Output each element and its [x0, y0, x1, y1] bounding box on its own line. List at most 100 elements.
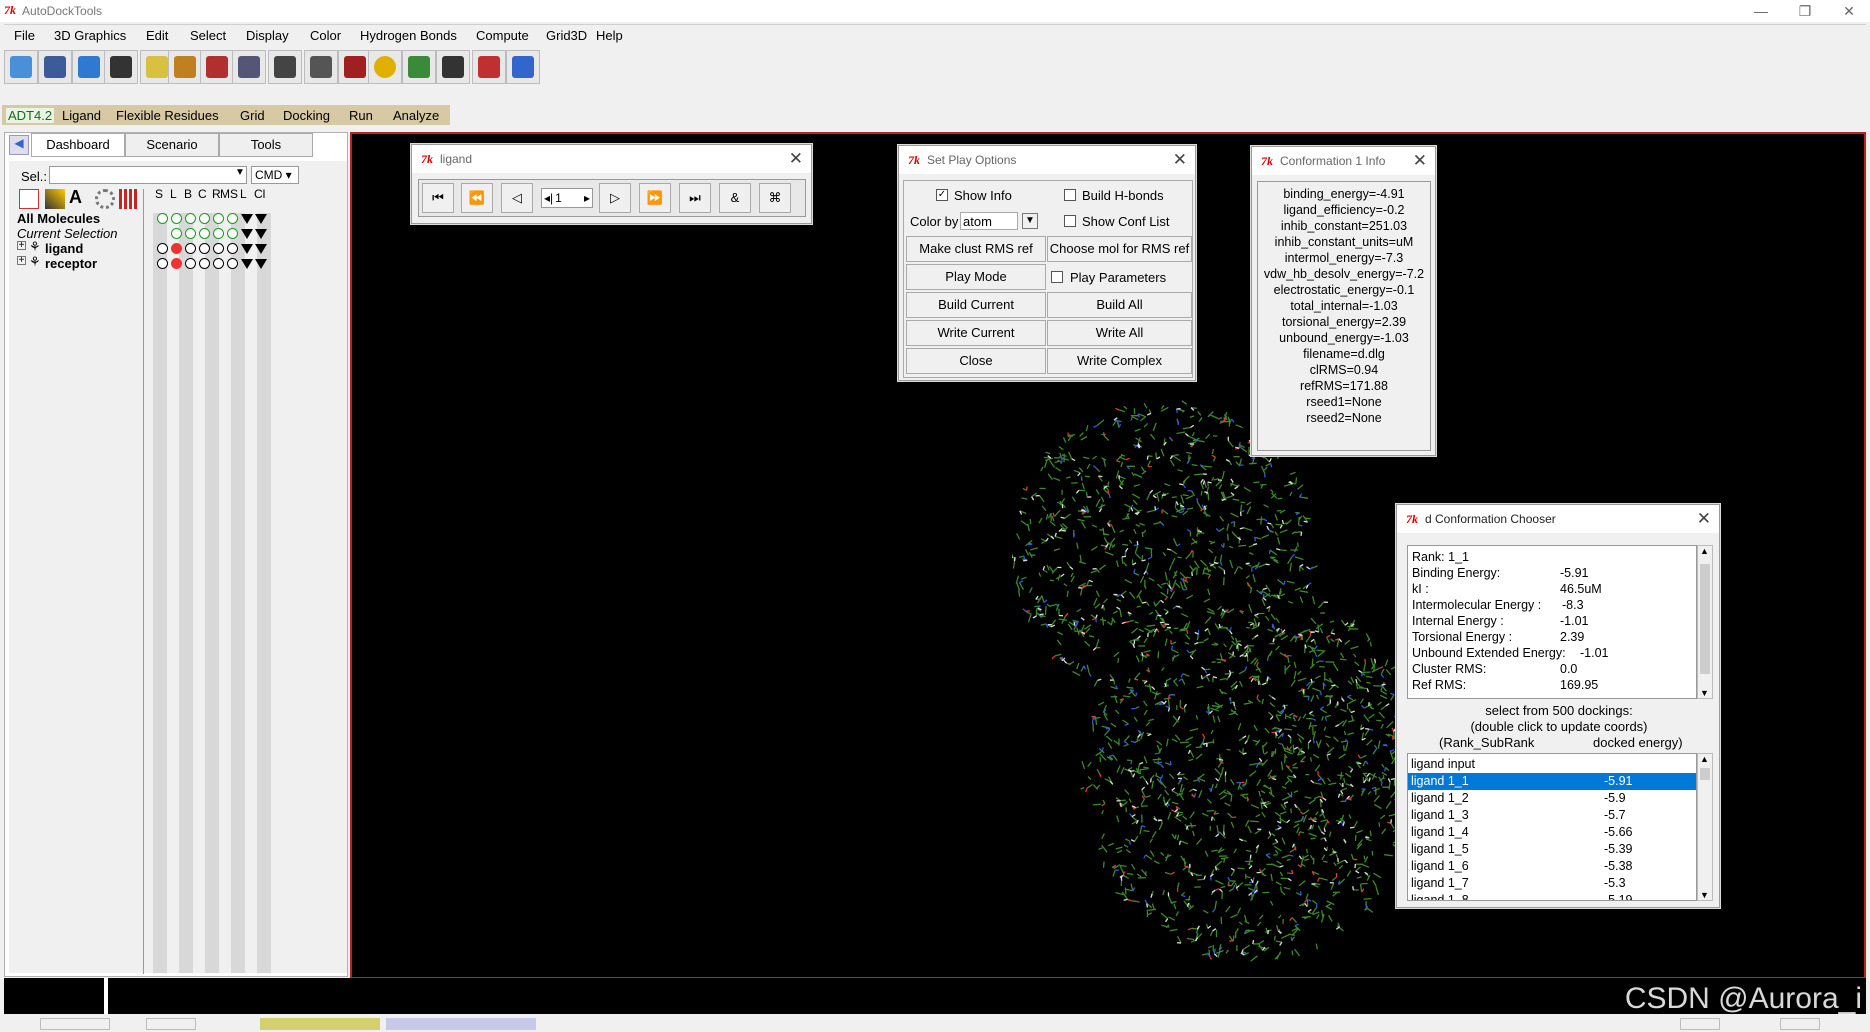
menu-help[interactable]: Help	[596, 28, 623, 43]
triangle-menu-icon[interactable]	[255, 214, 267, 224]
tab-analyze[interactable]: Analyze	[393, 108, 439, 123]
toggle-circle[interactable]	[185, 243, 196, 254]
col-header-ms[interactable]: MS	[220, 187, 238, 201]
list-item[interactable]: ligand 1_5 -5.39	[1408, 841, 1696, 858]
list-scrollbar[interactable]: ▲ ▼	[1697, 753, 1713, 901]
menu-file[interactable]: File	[14, 28, 35, 43]
color-ball-icon[interactable]	[368, 50, 402, 84]
toggle-circle[interactable]	[185, 258, 196, 269]
conformation-list[interactable]: ligand input ligand 1_1 -5.91 ligand 1_2 -5.…	[1407, 753, 1697, 901]
show-info-checkbox[interactable]: ✓	[936, 189, 948, 201]
toggle-circle[interactable]	[199, 213, 210, 224]
tab-tools[interactable]: Tools	[219, 133, 313, 157]
toggle-circle[interactable]	[213, 213, 224, 224]
ruler-icon[interactable]	[119, 189, 139, 209]
play-forward-icon[interactable]: ▷	[599, 183, 631, 213]
build-current-button[interactable]: Build Current	[906, 292, 1046, 318]
show-conf-list-checkbox[interactable]	[1064, 215, 1076, 227]
col-header-l[interactable]: L	[170, 187, 177, 201]
write-complex-button[interactable]: Write Complex	[1047, 348, 1192, 374]
toggle-circle[interactable]	[171, 213, 182, 224]
command-icon[interactable]: ⌘	[759, 183, 791, 213]
write-all-button[interactable]: Write All	[1047, 320, 1192, 346]
monitor-icon[interactable]	[338, 50, 372, 84]
tab-flexible-residues[interactable]: Flexible Residues	[116, 108, 219, 123]
cmd-dropdown[interactable]: CMD ▾	[251, 166, 299, 184]
scroll-thumb[interactable]	[1700, 564, 1710, 674]
triangle-menu-icon[interactable]	[255, 259, 267, 269]
play-backward-icon[interactable]: ◁	[501, 183, 533, 213]
build-hbonds-checkbox[interactable]	[1064, 189, 1076, 201]
menu-hydrogen-bonds[interactable]: Hydrogen Bonds	[360, 28, 457, 43]
collapse-icon[interactable]: ◀	[9, 135, 29, 155]
menu-select[interactable]: Select	[190, 28, 226, 43]
save-icon[interactable]	[38, 50, 72, 84]
open-icon[interactable]	[4, 50, 38, 84]
adfr-icon[interactable]	[506, 50, 540, 84]
triangle-menu-icon[interactable]	[241, 244, 253, 254]
toggle-circle[interactable]	[227, 228, 238, 239]
toggle-circle[interactable]	[157, 213, 168, 224]
close-icon[interactable]: ✕	[1173, 150, 1187, 170]
scroll-up-icon[interactable]: ▲	[1700, 546, 1709, 556]
tab-scenario[interactable]: Scenario	[125, 133, 219, 157]
toggle-circle[interactable]	[227, 258, 238, 269]
make-clust-rms-ref-button[interactable]: Make clust RMS ref	[906, 236, 1046, 262]
list-item[interactable]: ligand 1_8 -5.19	[1408, 892, 1696, 900]
tab-docking[interactable]: Docking	[283, 108, 330, 123]
redo-icon[interactable]	[104, 50, 138, 84]
close-button[interactable]: Close	[906, 348, 1046, 374]
list-item[interactable]: ligand 1_7 -5.3	[1408, 875, 1696, 892]
toggle-circle[interactable]	[171, 243, 182, 254]
toggle-circle[interactable]	[213, 258, 224, 269]
tab-adt42[interactable]: ADT4.2	[6, 108, 55, 123]
triangle-menu-icon[interactable]	[255, 229, 267, 239]
toggle-circle[interactable]	[157, 243, 168, 254]
stereo-glasses-icon[interactable]	[436, 50, 470, 84]
col-header-b[interactable]: B	[184, 187, 192, 201]
toggle-circle[interactable]	[227, 213, 238, 224]
list-item[interactable]: ligand 1_2 -5.9	[1408, 790, 1696, 807]
triangle-menu-icon[interactable]	[255, 244, 267, 254]
toggle-circle[interactable]	[171, 228, 182, 239]
list-item[interactable]: ligand 1_1 -5.91	[1408, 773, 1696, 790]
toggle-circle[interactable]	[199, 228, 210, 239]
scroll-down-icon[interactable]: ▼	[1700, 890, 1709, 900]
python-shell-icon[interactable]	[268, 50, 302, 84]
pencil-tool-icon[interactable]	[45, 189, 65, 209]
scroll-up-icon[interactable]: ▲	[1700, 754, 1709, 764]
tab-ligand[interactable]: Ligand	[62, 108, 101, 123]
chevron-down-icon[interactable]: ▼	[235, 167, 245, 178]
tab-run[interactable]: Run	[349, 108, 373, 123]
target-icon[interactable]	[168, 50, 202, 84]
toggle-circle[interactable]	[185, 228, 196, 239]
col-header-c[interactable]: C	[198, 187, 207, 201]
play-mode-button[interactable]: Play Mode	[906, 264, 1046, 290]
tab-dashboard[interactable]: Dashboard	[31, 133, 125, 157]
menu-display[interactable]: Display	[246, 28, 289, 43]
list-item[interactable]: ligand 1_6 -5.38	[1408, 858, 1696, 875]
list-item[interactable]: ligand input	[1408, 756, 1696, 773]
menu-3d-graphics[interactable]: 3D Graphics	[54, 28, 126, 43]
toggle-circle[interactable]	[227, 243, 238, 254]
triangle-menu-icon[interactable]	[241, 214, 253, 224]
menu-edit[interactable]: Edit	[146, 28, 168, 43]
write-current-button[interactable]: Write Current	[906, 320, 1046, 346]
menu-compute[interactable]: Compute	[476, 28, 529, 43]
expand-icon[interactable]: +	[17, 241, 26, 251]
color-by-select[interactable]: atom	[960, 212, 1018, 230]
play-parameters-checkbox[interactable]	[1051, 271, 1063, 283]
options-icon[interactable]: &	[719, 183, 751, 213]
command-line-area[interactable]	[4, 978, 1866, 1014]
maximize-icon[interactable]: ❐	[1790, 2, 1820, 20]
select-tool-icon[interactable]	[19, 189, 39, 209]
toggle-circle[interactable]	[213, 243, 224, 254]
build-all-button[interactable]: Build All	[1047, 292, 1192, 318]
red-molecule-icon[interactable]	[472, 50, 506, 84]
minimize-icon[interactable]: —	[1746, 2, 1776, 20]
col-header-s[interactable]: S	[155, 187, 163, 201]
menu-color[interactable]: Color	[310, 28, 341, 43]
frame-counter[interactable]: ◂| 1 ▸	[541, 188, 593, 208]
settings-icon[interactable]	[95, 189, 115, 209]
choose-mol-rms-ref-button[interactable]: Choose mol for RMS ref	[1047, 236, 1192, 262]
